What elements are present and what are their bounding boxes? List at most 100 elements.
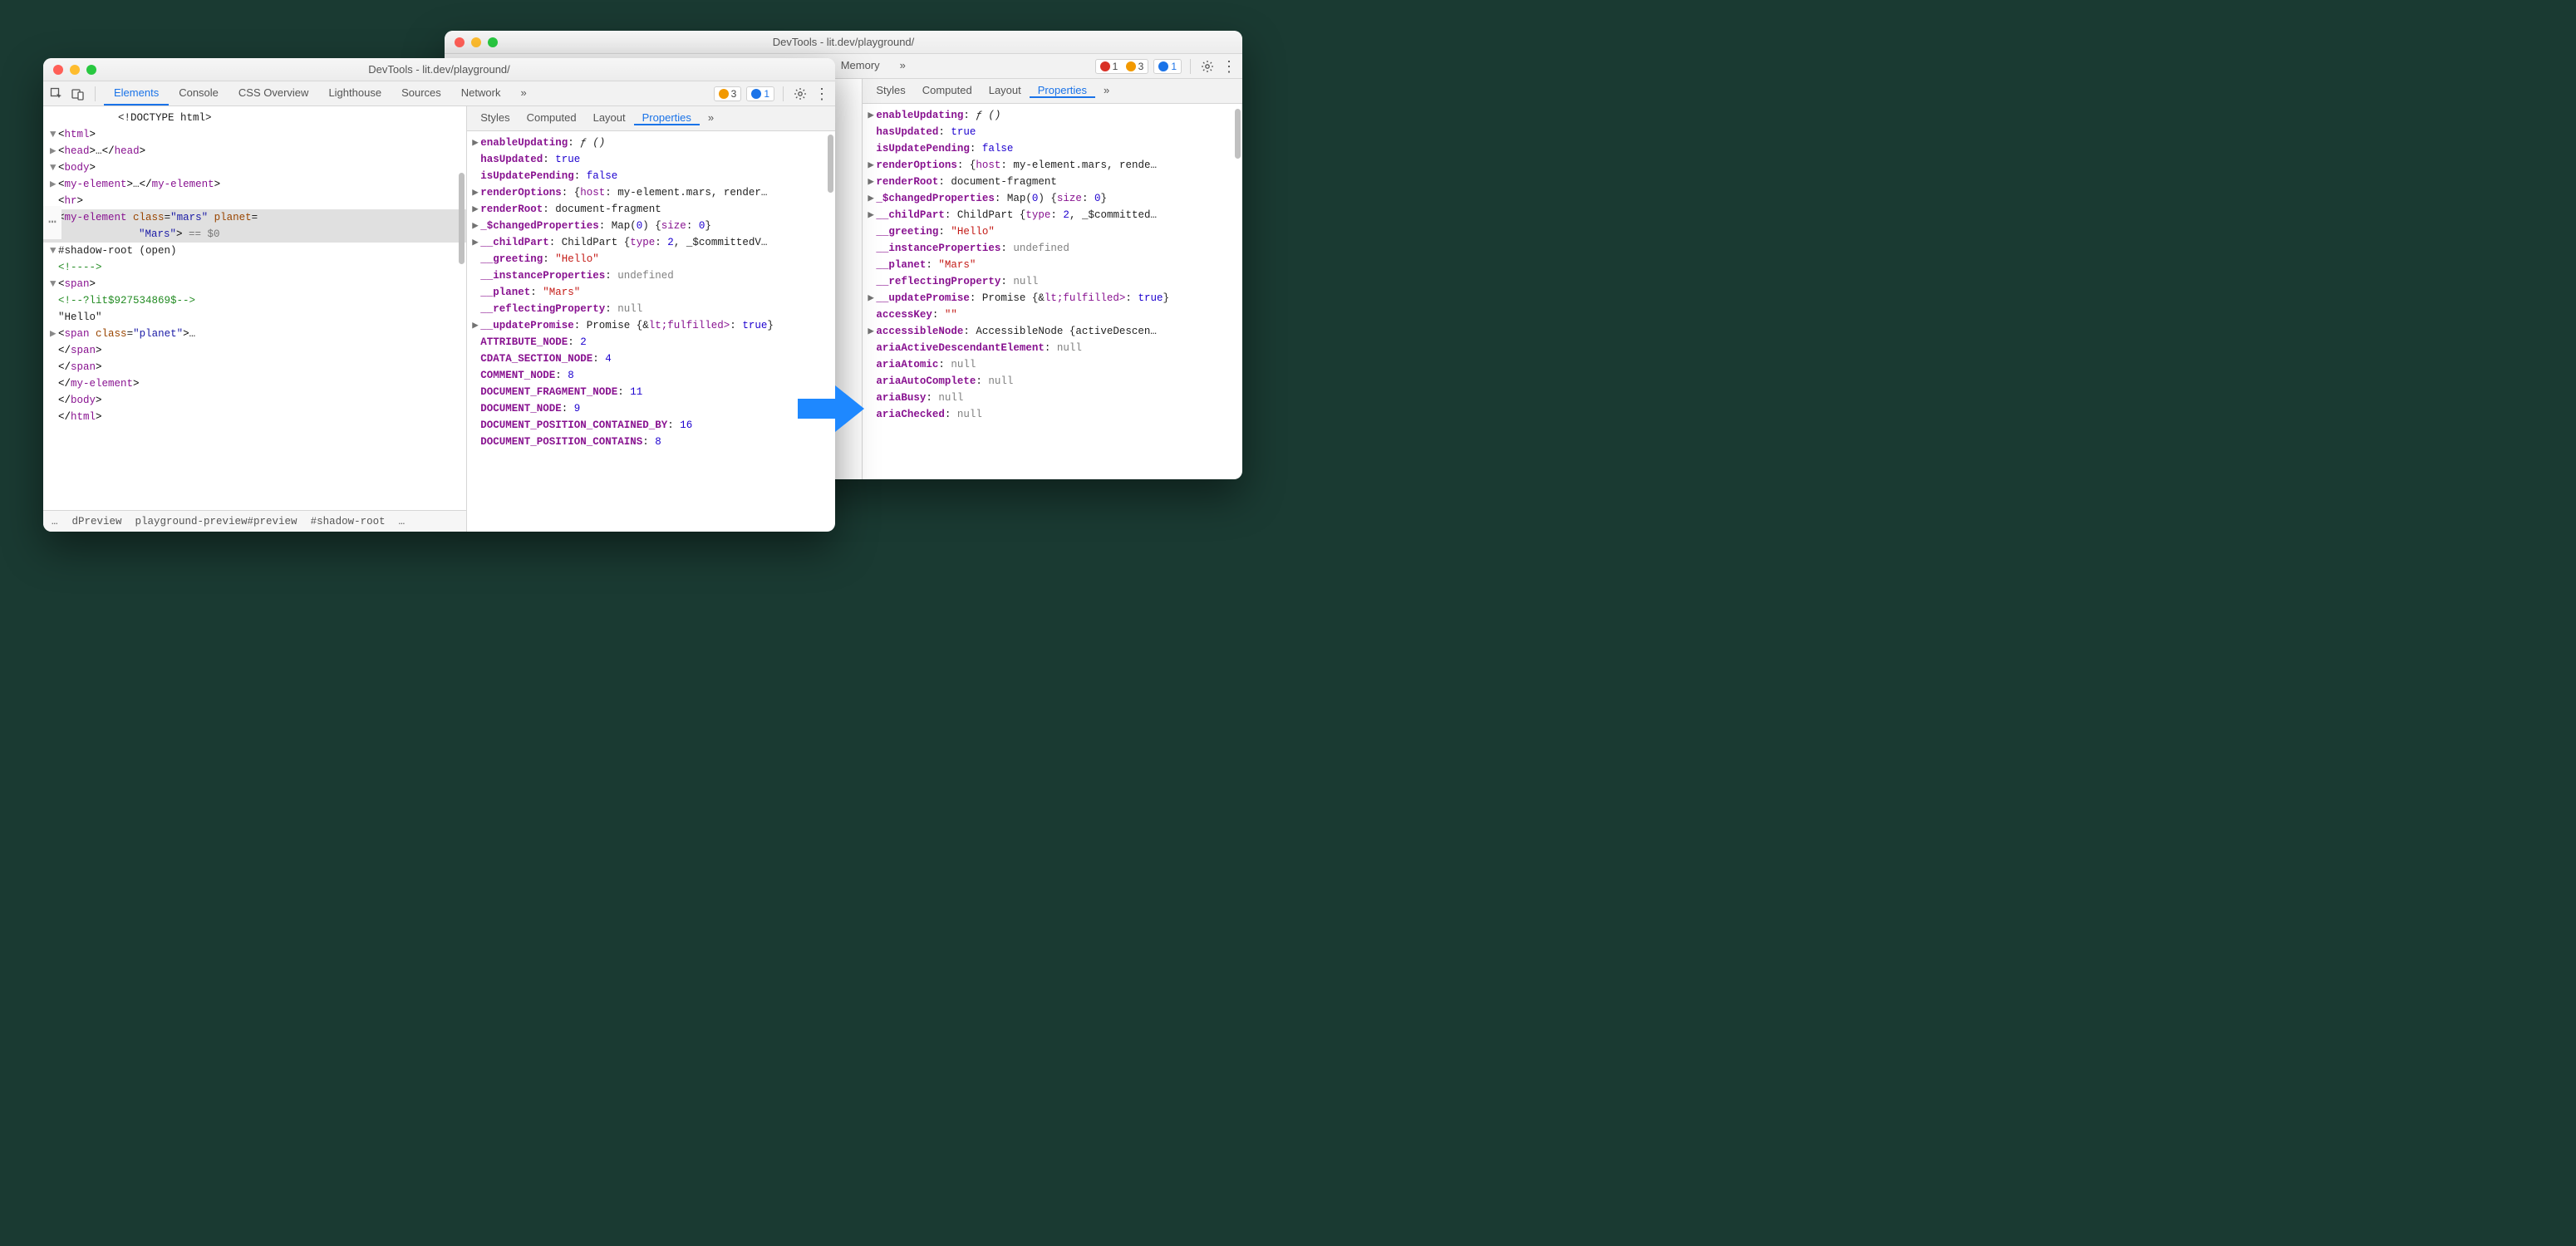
zoom-icon[interactable] (488, 37, 498, 47)
property-row[interactable]: ▶_$changedProperties: Map(0) {size: 0} (868, 190, 1237, 207)
dom-node[interactable]: ▼#shadow-root (open) (43, 243, 466, 259)
crumb-item[interactable]: playground-preview#preview (135, 516, 297, 527)
property-row[interactable]: ▶accessibleNode: AccessibleNode {activeD… (868, 323, 1237, 340)
gutter-marker[interactable]: ⋯ (43, 206, 61, 239)
property-row[interactable]: ▶__updatePromise: Promise {&lt;fulfilled… (868, 290, 1237, 307)
property-row[interactable]: __planet: "Mars" (472, 284, 830, 301)
close-icon[interactable] (455, 37, 465, 47)
messages-badge[interactable]: 1 (1153, 59, 1182, 74)
expand-caret-icon[interactable]: ▶ (868, 107, 876, 124)
crumb-item[interactable]: #shadow-root (311, 516, 386, 527)
property-row[interactable]: ▶renderRoot: document-fragment (868, 174, 1237, 190)
gear-icon[interactable] (1199, 58, 1216, 75)
expand-caret-icon[interactable]: ▶ (868, 157, 876, 174)
expand-caret-icon[interactable]: ▶ (472, 201, 480, 218)
dom-node[interactable]: <!----> (43, 259, 466, 276)
property-row[interactable]: ▶renderRoot: document-fragment (472, 201, 830, 218)
property-row[interactable]: hasUpdated: true (472, 151, 830, 168)
scrollbar-thumb[interactable] (828, 135, 833, 193)
property-row[interactable]: ▶_$changedProperties: Map(0) {size: 0} (472, 218, 830, 234)
dom-node[interactable]: </body> (43, 392, 466, 409)
kebab-menu-icon[interactable]: ⋮ (814, 86, 830, 102)
crumb-overflow-left[interactable]: … (52, 516, 59, 527)
expand-caret-icon[interactable]: ▶ (868, 207, 876, 223)
device-toolbar-icon[interactable] (70, 86, 86, 102)
subtab-layout[interactable]: Layout (981, 84, 1030, 98)
expand-caret-icon[interactable]: ▶ (472, 184, 480, 201)
expand-caret-icon[interactable]: ▶ (868, 174, 876, 190)
property-row[interactable]: ▶__childPart: ChildPart {type: 2, _$comm… (868, 207, 1237, 223)
expand-caret-icon[interactable]: ▶ (868, 290, 876, 307)
tab-lighthouse[interactable]: Lighthouse (318, 81, 391, 105)
dom-node[interactable]: <hr> (43, 193, 466, 209)
gear-icon[interactable] (792, 86, 809, 102)
subtab-computed[interactable]: Computed (914, 84, 981, 98)
property-row[interactable]: hasUpdated: true (868, 124, 1237, 140)
property-row[interactable]: COMMENT_NODE: 8 (472, 367, 830, 384)
dom-node-selected[interactable]: "Mars"> == $0 (43, 226, 466, 243)
property-row[interactable]: DOCUMENT_POSITION_CONTAINED_BY: 16 (472, 417, 830, 434)
expand-caret-icon[interactable]: ▶ (472, 317, 480, 334)
dom-node[interactable]: </span> (43, 342, 466, 359)
expand-caret-icon[interactable]: ▶ (472, 234, 480, 251)
dom-node[interactable]: ▼<span> (43, 276, 466, 292)
subtab-properties[interactable]: Properties (1030, 84, 1095, 98)
traffic-lights[interactable] (53, 65, 96, 75)
property-row[interactable]: ▶__updatePromise: Promise {&lt;fulfilled… (472, 317, 830, 334)
errors-badge[interactable]: 1 3 (1095, 59, 1149, 74)
overflow-tabs[interactable]: » (890, 54, 916, 78)
expand-caret-icon[interactable]: ▶ (472, 218, 480, 234)
property-row[interactable]: ▶renderOptions: {host: my-element.mars, … (472, 184, 830, 201)
titlebar[interactable]: DevTools - lit.dev/playground/ (43, 58, 835, 81)
property-row[interactable]: __planet: "Mars" (868, 257, 1237, 273)
property-row[interactable]: isUpdatePending: false (868, 140, 1237, 157)
subtab-styles[interactable]: Styles (868, 84, 913, 98)
traffic-lights[interactable] (455, 37, 498, 47)
subtab-properties[interactable]: Properties (634, 111, 700, 125)
property-row[interactable]: DOCUMENT_POSITION_CONTAINS: 8 (472, 434, 830, 450)
expand-caret-icon[interactable]: ▶ (472, 135, 480, 151)
property-row[interactable]: ariaChecked: null (868, 406, 1237, 423)
property-row[interactable]: CDATA_SECTION_NODE: 4 (472, 351, 830, 367)
dom-node[interactable]: <!--?lit$927534869$--> (43, 292, 466, 309)
dom-node[interactable]: "Hello" (43, 309, 466, 326)
dom-node[interactable]: ▶<span class="planet">… (43, 326, 466, 342)
dom-node-selected[interactable]: ▼<my-element class="mars" planet= (43, 209, 466, 226)
kebab-menu-icon[interactable]: ⋮ (1221, 58, 1237, 75)
property-row[interactable]: ▶enableUpdating: ƒ () (472, 135, 830, 151)
subtab-layout[interactable]: Layout (585, 111, 634, 125)
property-row[interactable]: ariaAutoComplete: null (868, 373, 1237, 390)
tab-memory[interactable]: Memory (831, 54, 890, 78)
property-row[interactable]: __instanceProperties: undefined (472, 267, 830, 284)
properties-list[interactable]: ▶enableUpdating: ƒ ()hasUpdated: trueisU… (863, 104, 1242, 479)
dom-node[interactable]: </html> (43, 409, 466, 425)
tab-network[interactable]: Network (451, 81, 511, 105)
tab-sources[interactable]: Sources (391, 81, 451, 105)
tab-elements[interactable]: Elements (104, 81, 169, 105)
property-row[interactable]: __instanceProperties: undefined (868, 240, 1237, 257)
minimize-icon[interactable] (471, 37, 481, 47)
inspect-element-icon[interactable] (48, 86, 65, 102)
minimize-icon[interactable] (70, 65, 80, 75)
zoom-icon[interactable] (86, 65, 96, 75)
dom-node[interactable]: </my-element> (43, 375, 466, 392)
expand-caret-icon[interactable]: ▶ (868, 323, 876, 340)
close-icon[interactable] (53, 65, 63, 75)
scrollbar-thumb[interactable] (1235, 109, 1241, 159)
property-row[interactable]: ATTRIBUTE_NODE: 2 (472, 334, 830, 351)
dom-node[interactable]: </span> (43, 359, 466, 375)
properties-list[interactable]: ▶enableUpdating: ƒ ()hasUpdated: trueisU… (467, 131, 835, 532)
overflow-subtabs[interactable]: » (1095, 84, 1118, 98)
property-row[interactable]: __greeting: "Hello" (472, 251, 830, 267)
property-row[interactable]: __reflectingProperty: null (472, 301, 830, 317)
subtab-styles[interactable]: Styles (472, 111, 518, 125)
overflow-tabs[interactable]: » (510, 81, 536, 105)
dom-tree[interactable]: <!DOCTYPE html> ▼<html> ▶<head>…</head> … (43, 106, 466, 510)
dom-node[interactable]: ▶<head>…</head> (43, 143, 466, 159)
dom-node[interactable]: <!DOCTYPE html> (43, 110, 466, 126)
messages-badge[interactable]: 1 (746, 86, 774, 101)
titlebar[interactable]: DevTools - lit.dev/playground/ (445, 31, 1242, 54)
dom-node[interactable]: ▼<html> (43, 126, 466, 143)
property-row[interactable]: __greeting: "Hello" (868, 223, 1237, 240)
property-row[interactable]: ▶__childPart: ChildPart {type: 2, _$comm… (472, 234, 830, 251)
